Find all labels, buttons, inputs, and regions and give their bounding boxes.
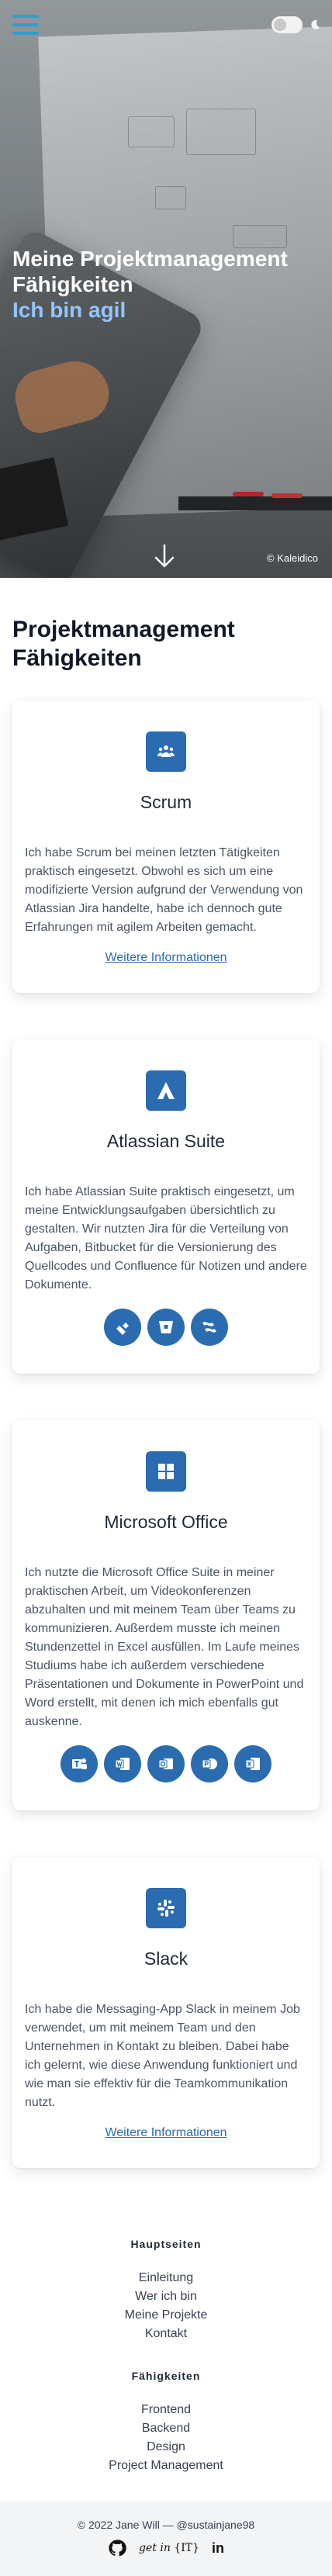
moon-icon (311, 19, 320, 29)
footer-navigation: Hauptseiten Einleitung Wer ich bin Meine… (0, 2215, 332, 2502)
footer: Hauptseiten Einleitung Wer ich bin Meine… (0, 2215, 332, 2576)
jira-icon[interactable] (104, 1309, 141, 1346)
card-text: Ich nutzte die Microsoft Office Suite in… (25, 1566, 304, 1728)
more-info-link[interactable]: Weitere Informationen (105, 951, 227, 965)
skills-section: Projektmanagement Fähigkeiten Scrum Ich … (0, 578, 332, 2168)
footer-group-main: Hauptseiten Einleitung Wer ich bin Meine… (0, 2238, 332, 2343)
getin-badge: {IT} (174, 2542, 199, 2554)
footer-link-meine-projekte[interactable]: Meine Projekte (0, 2306, 332, 2325)
tool-icons (25, 1309, 307, 1346)
footer-link-frontend[interactable]: Frontend (0, 2401, 332, 2419)
hero-heading: Meine Projektmanagement Fähigkeiten Ich … (12, 246, 323, 323)
footer-heading: Hauptseiten (130, 2238, 202, 2250)
menu-bar (12, 23, 39, 26)
arrow-down-icon[interactable] (151, 543, 178, 569)
hero-section: Meine Projektmanagement Fähigkeiten Ich … (0, 0, 332, 578)
getin-prefix: get in (139, 2542, 171, 2554)
social-links: get in {IT} in (0, 2539, 332, 2557)
getin-it-logo[interactable]: get in {IT} (139, 2542, 199, 2554)
word-icon[interactable] (104, 1745, 141, 1782)
footer-link-kontakt[interactable]: Kontakt (0, 2325, 332, 2343)
footer-link-einleitung[interactable]: Einleitung (0, 2269, 332, 2287)
card-title: Atlassian Suite (106, 1131, 226, 1151)
skill-card-atlassian: Atlassian Suite Ich habe Atlassian Suite… (12, 1039, 320, 1374)
footer-heading: Fähigkeiten (131, 2370, 201, 2382)
bitbucket-icon[interactable] (147, 1309, 185, 1346)
top-bar (0, 0, 332, 50)
footer-link-design[interactable]: Design (0, 2438, 332, 2457)
footer-group-skills: Fähigkeiten Frontend Backend Design Proj… (0, 2370, 332, 2475)
footer-link-wer-ich-bin[interactable]: Wer ich bin (0, 2287, 332, 2306)
card-text: Ich habe Atlassian Suite praktisch einge… (25, 1185, 307, 1291)
more-info-link[interactable]: Weitere Informationen (105, 2126, 227, 2140)
card-title: Slack (144, 1948, 188, 1969)
confluence-icon[interactable] (191, 1309, 228, 1346)
menu-bar (12, 15, 39, 18)
teams-icon[interactable] (61, 1745, 98, 1782)
menu-bar (12, 32, 39, 35)
slack-icon (146, 1888, 186, 1928)
windows-icon (146, 1451, 186, 1492)
tool-icons (25, 1745, 307, 1782)
powerpoint-icon[interactable] (191, 1745, 228, 1782)
hero-title: Meine Projektmanagement Fähigkeiten (12, 247, 288, 296)
footer-link-backend[interactable]: Backend (0, 2419, 332, 2438)
skill-card-scrum: Scrum Ich habe Scrum bei meinen letzten … (12, 700, 320, 993)
excel-icon[interactable] (234, 1745, 271, 1782)
outlook-icon[interactable] (147, 1745, 185, 1782)
card-title: Microsoft Office (104, 1512, 228, 1532)
users-icon (146, 731, 186, 772)
hero-subtitle: Ich bin agil (12, 298, 126, 322)
theme-switch (271, 16, 321, 33)
section-heading: Projektmanagement Fähigkeiten (12, 617, 235, 671)
footer-bottom: © 2022 Jane Will — @sustainjane98 get in… (0, 2502, 332, 2576)
copyright: © 2022 Jane Will — @sustainjane98 (77, 2519, 255, 2531)
github-icon[interactable] (108, 2539, 126, 2557)
linkedin-icon[interactable]: in (212, 2540, 224, 2557)
skill-card-slack: Slack Ich habe die Messaging-App Slack i… (12, 1857, 320, 2168)
card-title: Scrum (140, 792, 192, 812)
skill-card-microsoft-office: Microsoft Office Ich nutzte die Microsof… (12, 1420, 320, 1810)
card-text: Ich habe Scrum bei meinen letzten Tätigk… (25, 846, 303, 934)
atlassian-icon (146, 1070, 186, 1111)
dark-mode-toggle[interactable] (271, 16, 303, 33)
card-text: Ich habe die Messaging-App Slack in mein… (25, 2003, 300, 2109)
hamburger-menu-icon[interactable] (12, 15, 39, 35)
footer-link-project-management[interactable]: Project Management (0, 2457, 332, 2475)
image-credit: © Kaleidico (267, 552, 318, 564)
